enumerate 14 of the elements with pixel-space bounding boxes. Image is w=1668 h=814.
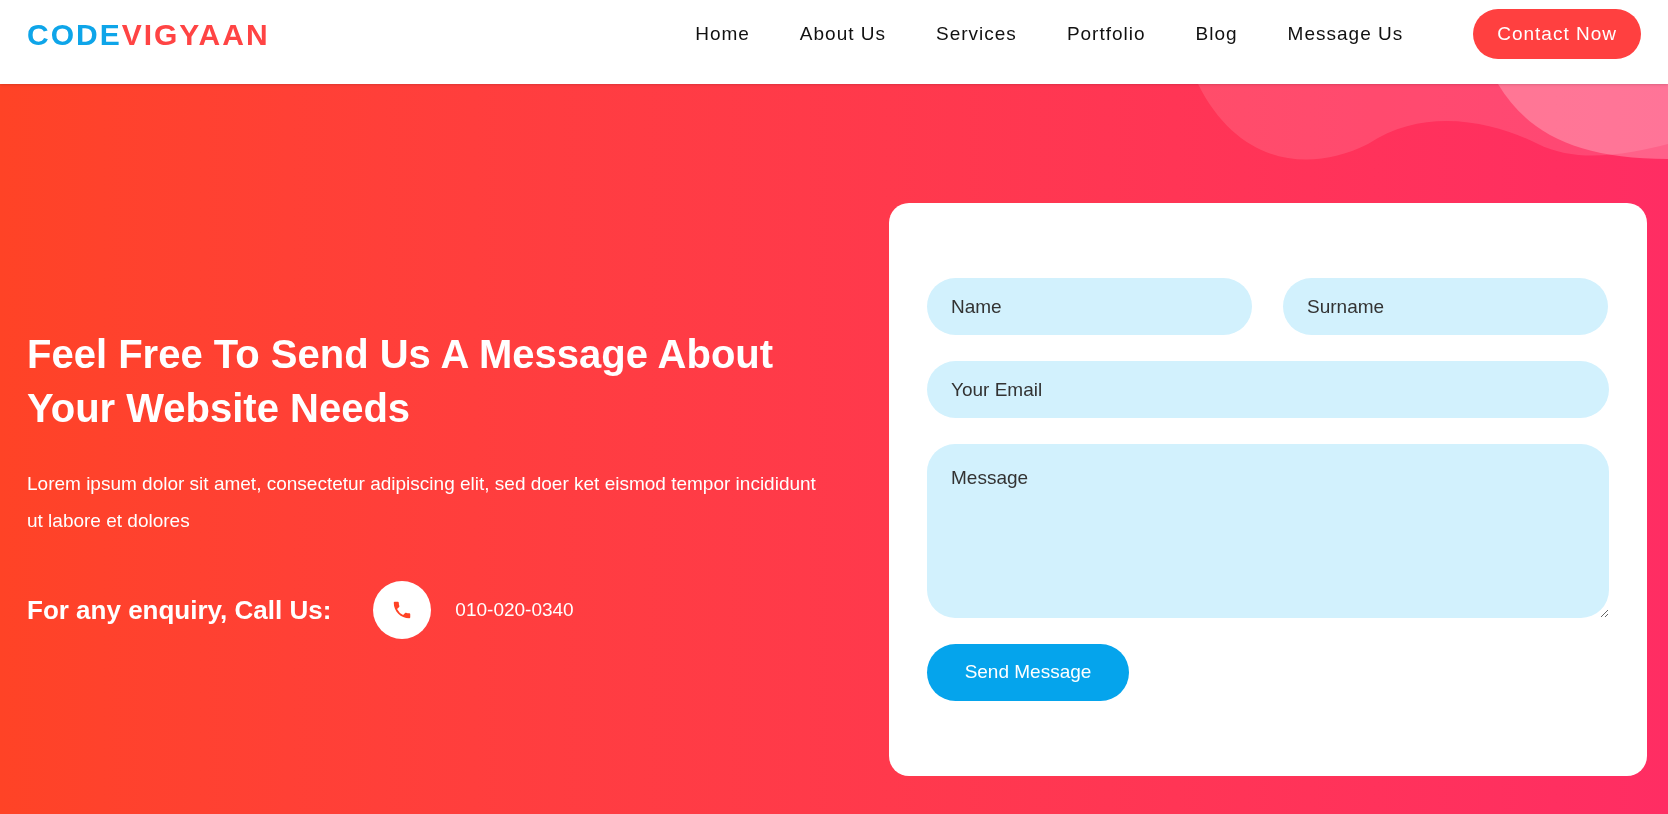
nav-link[interactable]: Message Us [1287, 19, 1404, 49]
nav-link[interactable]: Blog [1195, 19, 1238, 49]
text-field[interactable]: Your Email [927, 361, 1609, 418]
text-field[interactable]: Name [927, 278, 1252, 335]
nav-link[interactable]: Services [936, 19, 1017, 49]
nav-link[interactable]: About Us [799, 19, 886, 49]
message-field[interactable]: Message [927, 444, 1609, 618]
enquiry-label: For any enquiry, Call Us: [27, 593, 332, 627]
nav-link[interactable]: Home [695, 19, 750, 49]
text-field[interactable]: Surname [1283, 278, 1608, 335]
nav-link[interactable]: Portfolio [1066, 19, 1146, 49]
phone-icon [373, 581, 432, 639]
hero-text: Lorem ipsum dolor sit amet, consectetur adipiscing elit, sed doer ket eismod tempor incididunt ut labore et dolores [27, 472, 817, 533]
hero-heading: Feel Free To Send Us A Message About Your Website Needs [27, 331, 775, 432]
